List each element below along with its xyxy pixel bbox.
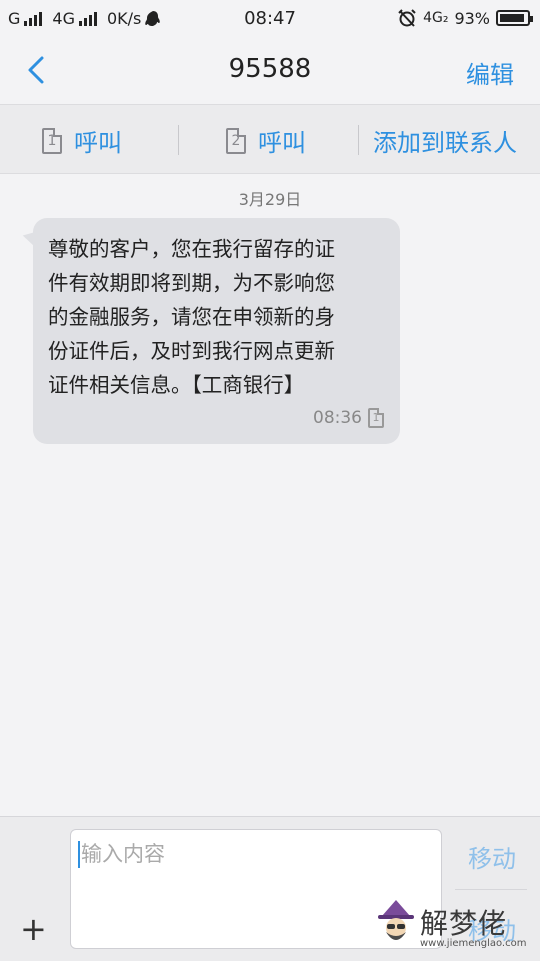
message-text: 尊敬的客户，您在我行留存的证 件有效期即将到期，为不影响您 的金融服务，请您在申… <box>48 237 335 397</box>
watermark: 解梦佬 www.jiemenglao.com <box>368 898 538 958</box>
edit-button[interactable]: 编辑 <box>466 55 514 90</box>
message-time: 08:36 <box>313 408 362 428</box>
message-bubble[interactable]: 尊敬的客户，您在我行留存的证 件有效期即将到期，为不影响您 的金融服务，请您在申… <box>33 218 400 444</box>
network-type: 4G₂ <box>423 10 449 26</box>
add-contact-button[interactable]: 添加到联系人 <box>373 123 517 158</box>
call-sim1-button[interactable]: 1 呼叫 <box>42 123 122 158</box>
send-sim1-button[interactable]: 移动 <box>468 839 516 874</box>
watermark-logo-icon <box>378 900 414 940</box>
status-bar: G 4G 0K/s 08:47 4G₂ 93% <box>0 0 540 36</box>
add-contact-label: 添加到联系人 <box>373 129 517 157</box>
call-sim1-label: 呼叫 <box>74 129 122 157</box>
conversation-title: 95588 <box>228 54 312 84</box>
sim-card-icon: 1 <box>368 408 384 428</box>
battery-icon <box>496 10 533 26</box>
message-meta: 08:36 1 <box>313 408 384 428</box>
watermark-name: 解梦佬 <box>420 907 508 940</box>
watermark-url: www.jiemenglao.com <box>420 938 527 949</box>
sim2-icon: 2 <box>226 127 246 154</box>
conversation-header: 95588 编辑 <box>0 36 540 105</box>
divider <box>178 125 179 155</box>
call-sim2-label: 呼叫 <box>258 129 306 157</box>
add-attachment-button[interactable]: + <box>20 913 47 945</box>
battery-percent: 93% <box>454 8 490 28</box>
sim1-icon: 1 <box>42 127 62 154</box>
divider <box>358 125 359 155</box>
message-date: 3月29日 <box>238 190 302 209</box>
call-sim2-button[interactable]: 2 呼叫 <box>226 123 306 158</box>
alarm-off-icon <box>398 9 416 27</box>
action-bar: 1 呼叫 2 呼叫 添加到联系人 <box>0 105 540 174</box>
status-right: 4G₂ 93% <box>397 8 533 28</box>
text-caret <box>78 841 80 868</box>
divider <box>455 889 527 890</box>
